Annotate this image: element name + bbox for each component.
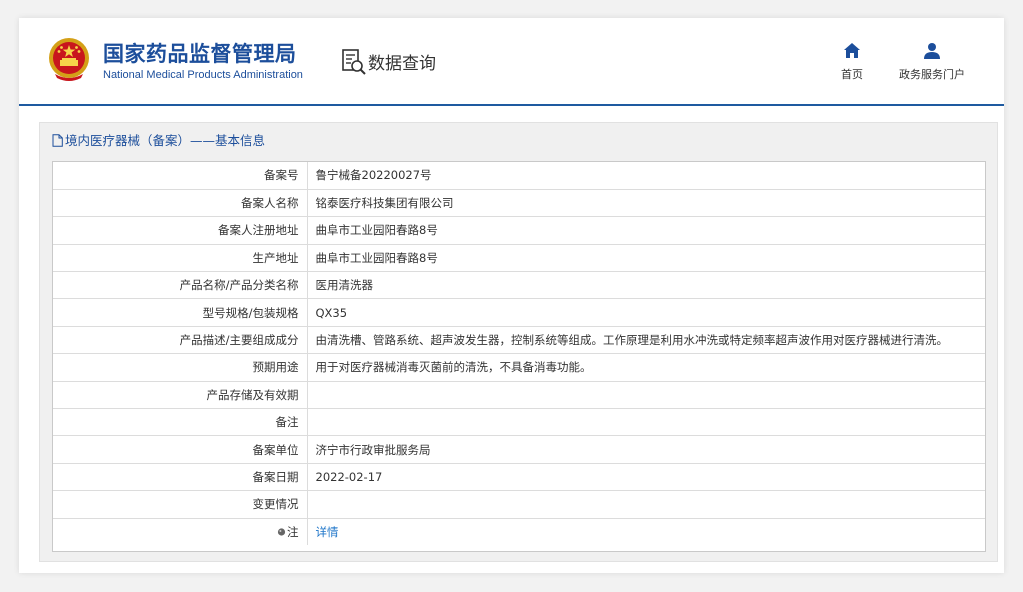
row-value: 曲阜市工业园阳春路8号 (306, 243, 985, 273)
site-title-cn: 国家药品监督管理局 (103, 42, 297, 66)
data-query-label: 数据查询 (368, 54, 436, 74)
nav-service-portal[interactable]: 政务服务门户 (891, 42, 973, 82)
note-row: 注 详情 (53, 517, 985, 546)
row-label: 生产地址 (53, 243, 308, 273)
table-row: 变更情况 (53, 490, 985, 519)
panel-title-text: 境内医疗器械（备案）——基本信息 (65, 133, 266, 148)
note-label-cell: 注 (53, 517, 308, 546)
user-icon (924, 43, 940, 59)
panel-title: 境内医疗器械（备案）——基本信息 (52, 130, 265, 148)
table-row: 备案日期 2022-02-17 (53, 462, 985, 492)
table-row: 产品描述/主要组成成分 由清洗槽、管路系统、超声波发生器，控制系统等组成。工作原… (53, 325, 985, 355)
note-value-cell: 详情 (306, 517, 985, 546)
row-label: 产品存储及有效期 (53, 380, 308, 410)
site-header: 国家药品监督管理局 National Medical Products Admi… (19, 18, 1004, 106)
table-row: 产品存储及有效期 (53, 380, 985, 410)
table-row: 生产地址 曲阜市工业园阳春路8号 (53, 243, 985, 273)
site-title-en: National Medical Products Administration (103, 69, 303, 81)
row-value: 用于对医疗器械消毒灭菌前的清洗，不具备消毒功能。 (306, 353, 985, 382)
row-label: 备案单位 (53, 435, 308, 464)
table-row: 备案号 鲁宁械备20220027号 (53, 162, 985, 190)
row-value (306, 380, 985, 410)
basic-info-panel: 境内医疗器械（备案）——基本信息 备案号 鲁宁械备20220027号 备案人名称… (39, 122, 998, 562)
table-row: 型号规格/包装规格 QX35 (53, 298, 985, 327)
row-label: 变更情况 (53, 490, 308, 519)
info-table: 备案号 鲁宁械备20220027号 备案人名称 铭泰医疗科技集团有限公司 备案人… (52, 161, 986, 552)
national-emblem-icon (49, 38, 89, 81)
details-link[interactable]: 详情 (316, 525, 339, 539)
row-label: 备案人注册地址 (53, 216, 308, 245)
page-card: 国家药品监督管理局 National Medical Products Admi… (19, 18, 1004, 573)
row-value (306, 408, 985, 437)
nav-service-portal-label: 政务服务门户 (899, 68, 965, 81)
nav-home-label: 首页 (841, 68, 863, 81)
table-row: 产品名称/产品分类名称 医用清洗器 (53, 271, 985, 300)
pin-icon (277, 528, 286, 536)
nav-home[interactable]: 首页 (829, 42, 875, 82)
row-value: 医用清洗器 (306, 271, 985, 300)
row-value: QX35 (306, 298, 985, 327)
table-row: 备案单位 济宁市行政审批服务局 (53, 435, 985, 464)
row-label: 产品名称/产品分类名称 (53, 271, 308, 300)
row-value: 铭泰医疗科技集团有限公司 (306, 188, 985, 218)
row-value: 2022-02-17 (306, 462, 985, 492)
row-value (306, 490, 985, 519)
row-value: 曲阜市工业园阳春路8号 (306, 216, 985, 245)
row-label: 备注 (53, 408, 308, 437)
row-label: 型号规格/包装规格 (53, 298, 308, 327)
table-row: 备注 (53, 408, 985, 437)
row-value: 济宁市行政审批服务局 (306, 435, 985, 464)
row-value: 由清洗槽、管路系统、超声波发生器，控制系统等组成。工作原理是利用水冲洗或特定频率… (306, 325, 985, 355)
note-label: 注 (287, 525, 299, 540)
table-row: 备案人注册地址 曲阜市工业园阳春路8号 (53, 216, 985, 245)
row-label: 预期用途 (53, 353, 308, 382)
row-label: 备案号 (53, 162, 308, 190)
row-label: 备案人名称 (53, 188, 308, 218)
row-label: 产品描述/主要组成成分 (53, 325, 308, 355)
table-row: 备案人名称 铭泰医疗科技集团有限公司 (53, 188, 985, 218)
table-row: 预期用途 用于对医疗器械消毒灭菌前的清洗，不具备消毒功能。 (53, 353, 985, 382)
data-search-icon (342, 49, 366, 75)
home-icon (844, 43, 860, 58)
row-label: 备案日期 (53, 462, 308, 492)
row-value: 鲁宁械备20220027号 (306, 162, 985, 190)
document-icon (52, 134, 63, 147)
